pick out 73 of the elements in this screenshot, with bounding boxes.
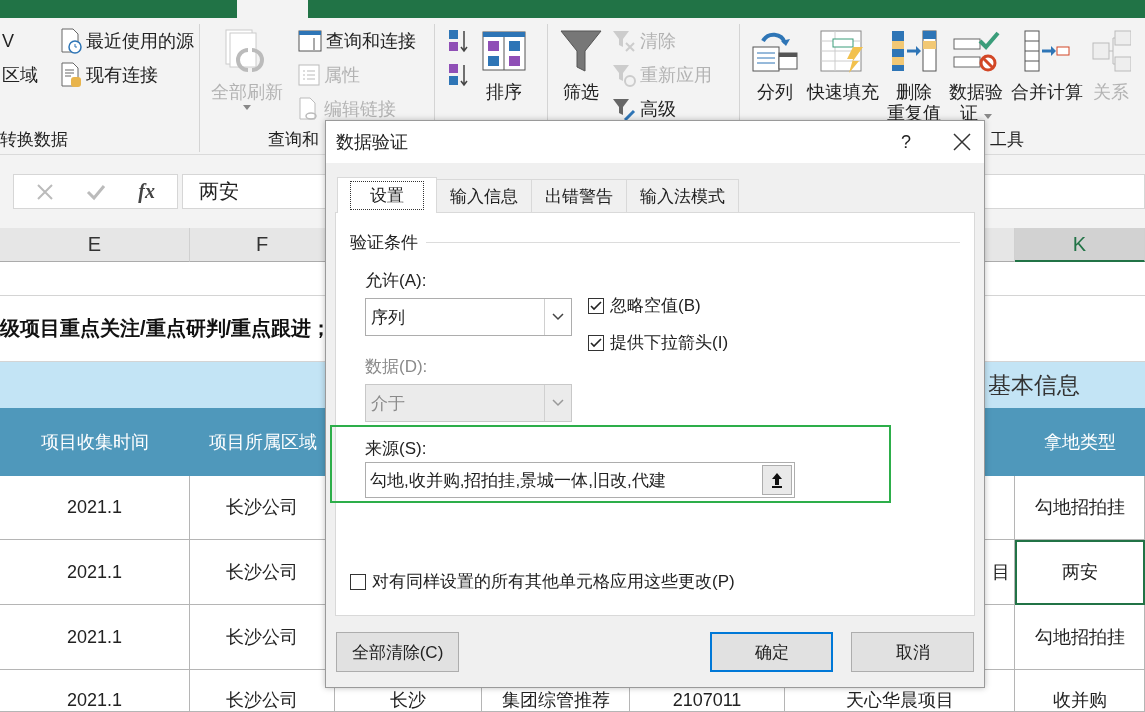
caret-icon	[983, 114, 992, 119]
table-cell: 2021.1	[0, 605, 190, 670]
dialog-button[interactable]: 全部清除(C)	[336, 632, 459, 672]
dialog-title: 数据验证	[336, 131, 409, 154]
sort-ascending-icon	[447, 28, 471, 54]
document-clock-icon	[60, 28, 82, 54]
group-label: 查询和	[268, 129, 319, 151]
column-header[interactable]: K	[1015, 228, 1145, 262]
tab[interactable]: 输入法模式	[626, 179, 739, 212]
section-title: 基本信息	[988, 374, 1080, 396]
source-field[interactable]: 勾地,收并购,招拍挂,景城一体,旧改,代建	[365, 462, 795, 498]
checkbox-label: 对有同样设置的所有其他单元格应用这些更改(P)	[372, 571, 735, 593]
dialog-button[interactable]: 取消	[851, 632, 974, 672]
query-panel-icon	[298, 30, 322, 52]
collapse-button[interactable]	[762, 465, 792, 495]
group-label: 工具	[990, 129, 1024, 151]
funnel-refresh-icon	[612, 63, 636, 87]
help-button[interactable]: ?	[886, 131, 926, 153]
list-icon	[298, 64, 320, 86]
funnel-clear-icon	[612, 29, 636, 53]
check-icon	[86, 182, 107, 201]
table-cell[interactable]: 勾地招拍挂	[1015, 605, 1145, 670]
document-database-icon	[60, 62, 82, 88]
group-label: 转换数据	[0, 129, 68, 151]
field-label: 来源(S):	[365, 439, 427, 458]
table-cell[interactable]: 收并购	[1015, 670, 1145, 712]
note-text: 级项目重点关注/重点研判/重点跟进；	[0, 318, 332, 339]
chevron-down-icon	[552, 313, 564, 321]
table-cell: 2021.1	[0, 476, 190, 540]
caret-icon	[243, 105, 251, 110]
close-icon[interactable]	[952, 132, 972, 152]
ribbon-button[interactable]: 合并计算	[1008, 24, 1086, 103]
ribbon-button[interactable]: 现有连接	[58, 58, 196, 92]
checkbox[interactable]	[588, 334, 604, 351]
ribbon-button[interactable]: 排序	[479, 24, 529, 103]
table-cell[interactable]: 勾地招拍挂	[1015, 476, 1145, 540]
tab[interactable]: 设置	[337, 177, 437, 213]
field-label: 允许(A):	[365, 270, 428, 292]
table-cell: 2021.1	[0, 670, 190, 712]
ribbon-button[interactable]: 查询和连接	[296, 24, 418, 58]
ribbon-button[interactable]: 数据验 证	[946, 24, 1006, 124]
relationships-icon	[1091, 28, 1131, 74]
dropdown[interactable]: 序列	[365, 298, 572, 336]
ribbon-button[interactable]: 快速填充	[804, 24, 882, 103]
chevron-down-icon	[552, 399, 564, 407]
ribbon-button[interactable]: 筛选	[556, 24, 606, 103]
sort-descending-icon	[447, 62, 471, 88]
remove-duplicates-icon	[890, 28, 938, 74]
ribbon-button[interactable]: 区域	[0, 58, 40, 92]
table-cell: 2021.1	[0, 540, 190, 605]
consolidate-icon	[1023, 28, 1071, 74]
checkbox-label: 忽略空值(B)	[610, 295, 701, 317]
funnel-icon	[559, 28, 603, 74]
checkbox-label: 提供下拉箭头(I)	[610, 332, 729, 354]
funnel-pencil-icon	[612, 97, 636, 121]
document-link-icon	[298, 97, 320, 121]
cancel-icon	[36, 182, 55, 201]
upload-arrow-icon	[771, 472, 783, 488]
column-header[interactable]: E	[0, 228, 190, 262]
dialog-button[interactable]: 确定	[710, 632, 833, 672]
ribbon-button[interactable]: 最近使用的源	[58, 24, 196, 58]
ribbon-button[interactable]: 高级	[610, 92, 714, 126]
table-cell[interactable]: 两安	[1015, 540, 1145, 605]
ribbon-button[interactable]: 分列	[748, 24, 802, 103]
header-cell: 拿地类型	[1015, 408, 1145, 476]
checkbox[interactable]	[350, 573, 366, 590]
header-cell: 项目收集时间	[0, 408, 190, 476]
insert-function-button[interactable]: fx	[138, 180, 155, 203]
field-label: 数据(D):	[365, 356, 429, 378]
ribbon-button[interactable]: V	[0, 24, 40, 58]
sort-grid-icon	[482, 28, 526, 74]
group-label: 验证条件	[350, 232, 418, 254]
checkbox[interactable]	[588, 297, 604, 314]
